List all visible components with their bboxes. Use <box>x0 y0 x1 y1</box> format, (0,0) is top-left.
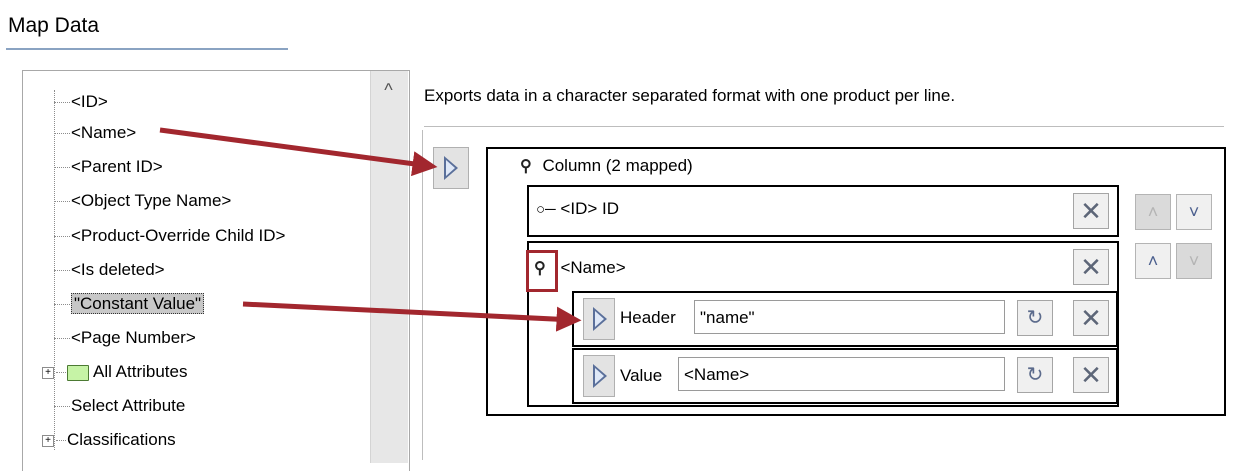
annotation-arrows <box>159 127 582 332</box>
arrow-name-to-column <box>159 127 438 177</box>
arrow-constant-to-header <box>242 301 582 332</box>
